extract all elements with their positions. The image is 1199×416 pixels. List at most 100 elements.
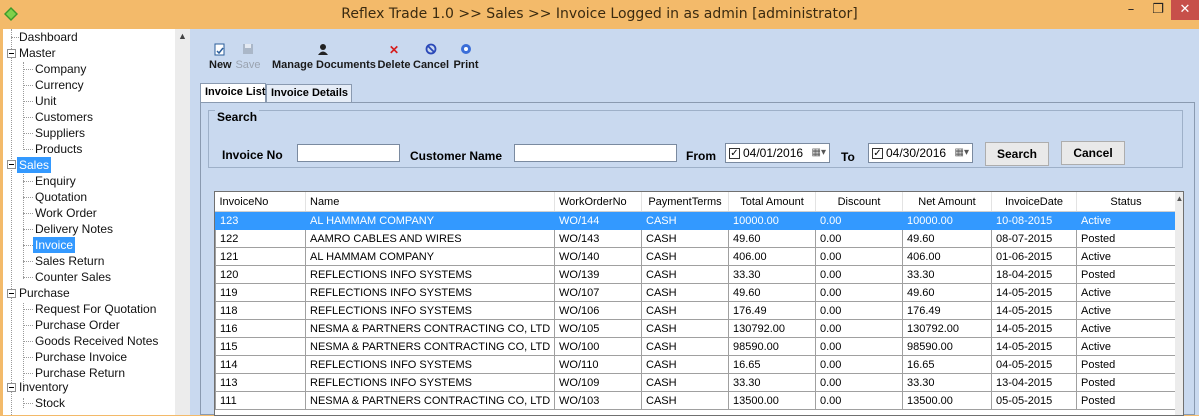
to-date-checkbox[interactable]: ✓ <box>872 148 883 159</box>
table-cell[interactable]: AAMRO CABLES AND WIRES <box>305 229 555 248</box>
tab-invoice-details[interactable]: Invoice Details <box>266 84 352 102</box>
maximize-button[interactable]: ❐ <box>1145 0 1171 20</box>
cancel-toolbar-button[interactable]: Cancel <box>413 43 449 73</box>
table-cell[interactable]: 14-05-2015 <box>991 301 1077 320</box>
table-cell[interactable]: WO/100 <box>554 337 642 356</box>
table-cell[interactable]: 10000.00 <box>728 211 816 230</box>
table-cell[interactable]: WO/144 <box>554 211 642 230</box>
minimize-button[interactable]: – <box>1118 0 1144 20</box>
table-cell[interactable]: 406.00 <box>728 247 816 266</box>
table-cell[interactable]: 0.00 <box>815 211 903 230</box>
table-cell[interactable]: 14-05-2015 <box>991 337 1077 356</box>
table-cell[interactable]: Active <box>1076 283 1176 302</box>
table-cell[interactable]: 120 <box>215 265 306 284</box>
table-cell[interactable]: AL HAMMAM COMPANY <box>305 211 555 230</box>
table-cell[interactable]: 0.00 <box>815 391 903 410</box>
table-cell[interactable]: CASH <box>641 283 729 302</box>
table-row[interactable]: 122 AAMRO CABLES AND WIRES WO/143 CASH 49.60… <box>215 229 1176 248</box>
table-cell[interactable]: WO/107 <box>554 283 642 302</box>
from-date-picker[interactable]: ✓ 04/01/2016 ▦▾ <box>725 143 830 163</box>
print-button[interactable]: Print <box>452 43 480 73</box>
column-header[interactable]: WorkOrderNo <box>554 192 642 212</box>
sidebar-scrollbar[interactable]: ▲ <box>175 29 190 415</box>
table-cell[interactable]: NESMA & PARTNERS CONTRACTING CO, LTD <box>305 319 555 338</box>
table-cell[interactable]: 116 <box>215 319 306 338</box>
table-cell[interactable]: 14-05-2015 <box>991 283 1077 302</box>
column-header[interactable]: Discount <box>815 192 903 212</box>
sidebar-item-currency[interactable]: Currency <box>35 77 84 93</box>
scroll-up-icon[interactable]: ▲ <box>1175 194 1183 203</box>
table-cell[interactable]: 176.49 <box>728 301 816 320</box>
sidebar-item-work-order[interactable]: Work Order <box>35 205 97 221</box>
table-cell[interactable]: CASH <box>641 265 729 284</box>
table-cell[interactable]: Posted <box>1076 265 1176 284</box>
sidebar-item-inventory[interactable]: Inventory <box>19 379 68 395</box>
table-row[interactable]: 123 AL HAMMAM COMPANY WO/144 CASH 10000.00 0.… <box>215 211 1176 230</box>
table-cell[interactable]: 176.49 <box>902 301 992 320</box>
table-cell[interactable]: CASH <box>641 211 729 230</box>
table-cell[interactable]: 33.30 <box>902 265 992 284</box>
to-date-picker[interactable]: ✓ 04/30/2016 ▦▾ <box>868 143 973 163</box>
column-header[interactable]: InvoiceNo <box>215 192 306 212</box>
table-cell[interactable]: REFLECTIONS INFO SYSTEMS <box>305 301 555 320</box>
table-cell[interactable]: Active <box>1076 301 1176 320</box>
table-cell[interactable]: 114 <box>215 355 306 374</box>
table-row[interactable]: 119 REFLECTIONS INFO SYSTEMS WO/107 CASH 49.… <box>215 283 1176 302</box>
manage-documents-button[interactable]: Manage Documents <box>272 43 376 73</box>
table-cell[interactable]: Posted <box>1076 391 1176 410</box>
sidebar-item-sales-return[interactable]: Sales Return <box>35 253 104 269</box>
table-cell[interactable]: 13500.00 <box>728 391 816 410</box>
table-cell[interactable]: 98590.00 <box>728 337 816 356</box>
table-cell[interactable]: 130792.00 <box>902 319 992 338</box>
table-row[interactable]: 115 NESMA & PARTNERS CONTRACTING CO, LTD W… <box>215 337 1176 356</box>
table-cell[interactable]: 0.00 <box>815 247 903 266</box>
sidebar-item-purchase-invoice[interactable]: Purchase Invoice <box>35 349 127 365</box>
column-header[interactable]: Total Amount <box>728 192 816 212</box>
table-cell[interactable]: 49.60 <box>728 283 816 302</box>
sidebar-item-master[interactable]: Master <box>19 45 56 61</box>
column-header[interactable]: PaymentTerms <box>641 192 729 212</box>
table-cell[interactable]: Active <box>1076 247 1176 266</box>
sidebar-item-goods-received-notes[interactable]: Goods Received Notes <box>35 333 158 349</box>
table-row[interactable]: 111 NESMA & PARTNERS CONTRACTING CO, LTD W… <box>215 391 1176 410</box>
table-cell[interactable]: 0.00 <box>815 301 903 320</box>
column-header[interactable]: Net Amount <box>902 192 992 212</box>
collapse-purchase-icon[interactable] <box>7 289 16 298</box>
collapse-inventory-icon[interactable] <box>7 383 16 392</box>
table-cell[interactable]: CASH <box>641 319 729 338</box>
sidebar-item-stock[interactable]: Stock <box>35 395 65 411</box>
table-row[interactable]: 120 REFLECTIONS INFO SYSTEMS WO/139 CASH 33.… <box>215 265 1176 284</box>
column-header[interactable]: InvoiceDate <box>991 192 1077 212</box>
table-cell[interactable]: 113 <box>215 373 306 392</box>
table-cell[interactable]: WO/139 <box>554 265 642 284</box>
table-cell[interactable]: 0.00 <box>815 283 903 302</box>
table-row[interactable]: 113 REFLECTIONS INFO SYSTEMS WO/109 CASH 33.… <box>215 373 1176 392</box>
table-cell[interactable]: WO/140 <box>554 247 642 266</box>
calendar-dropdown-icon[interactable]: ▦▾ <box>812 144 826 162</box>
table-cell[interactable]: 49.60 <box>902 283 992 302</box>
invoice-no-input[interactable] <box>297 144 400 162</box>
table-row[interactable]: 114 REFLECTIONS INFO SYSTEMS WO/110 CASH 16.… <box>215 355 1176 374</box>
table-cell[interactable]: CASH <box>641 229 729 248</box>
table-row[interactable]: 121 AL HAMMAM COMPANY WO/140 CASH 406.00 0.00… <box>215 247 1176 266</box>
sidebar-item-purchase[interactable]: Purchase <box>19 285 70 301</box>
table-cell[interactable]: 16.65 <box>902 355 992 374</box>
table-cell[interactable]: WO/143 <box>554 229 642 248</box>
table-cell[interactable]: 13-04-2015 <box>991 373 1077 392</box>
table-cell[interactable]: WO/103 <box>554 391 642 410</box>
sidebar-item-unit[interactable]: Unit <box>35 93 56 109</box>
sidebar-item-customers[interactable]: Customers <box>35 109 93 125</box>
grid-scrollbar[interactable]: ▲ <box>1175 192 1183 415</box>
table-cell[interactable]: 18-04-2015 <box>991 265 1077 284</box>
table-cell[interactable]: 0.00 <box>815 373 903 392</box>
table-cell[interactable]: 0.00 <box>815 319 903 338</box>
table-cell[interactable]: REFLECTIONS INFO SYSTEMS <box>305 373 555 392</box>
table-cell[interactable]: 05-05-2015 <box>991 391 1077 410</box>
table-cell[interactable]: Active <box>1076 211 1176 230</box>
table-cell[interactable]: 49.60 <box>728 229 816 248</box>
column-header[interactable]: Name <box>305 192 555 212</box>
sidebar-item-quotation[interactable]: Quotation <box>35 189 87 205</box>
table-cell[interactable]: Posted <box>1076 355 1176 374</box>
column-header[interactable]: Status <box>1076 192 1176 212</box>
table-cell[interactable]: 123 <box>215 211 306 230</box>
